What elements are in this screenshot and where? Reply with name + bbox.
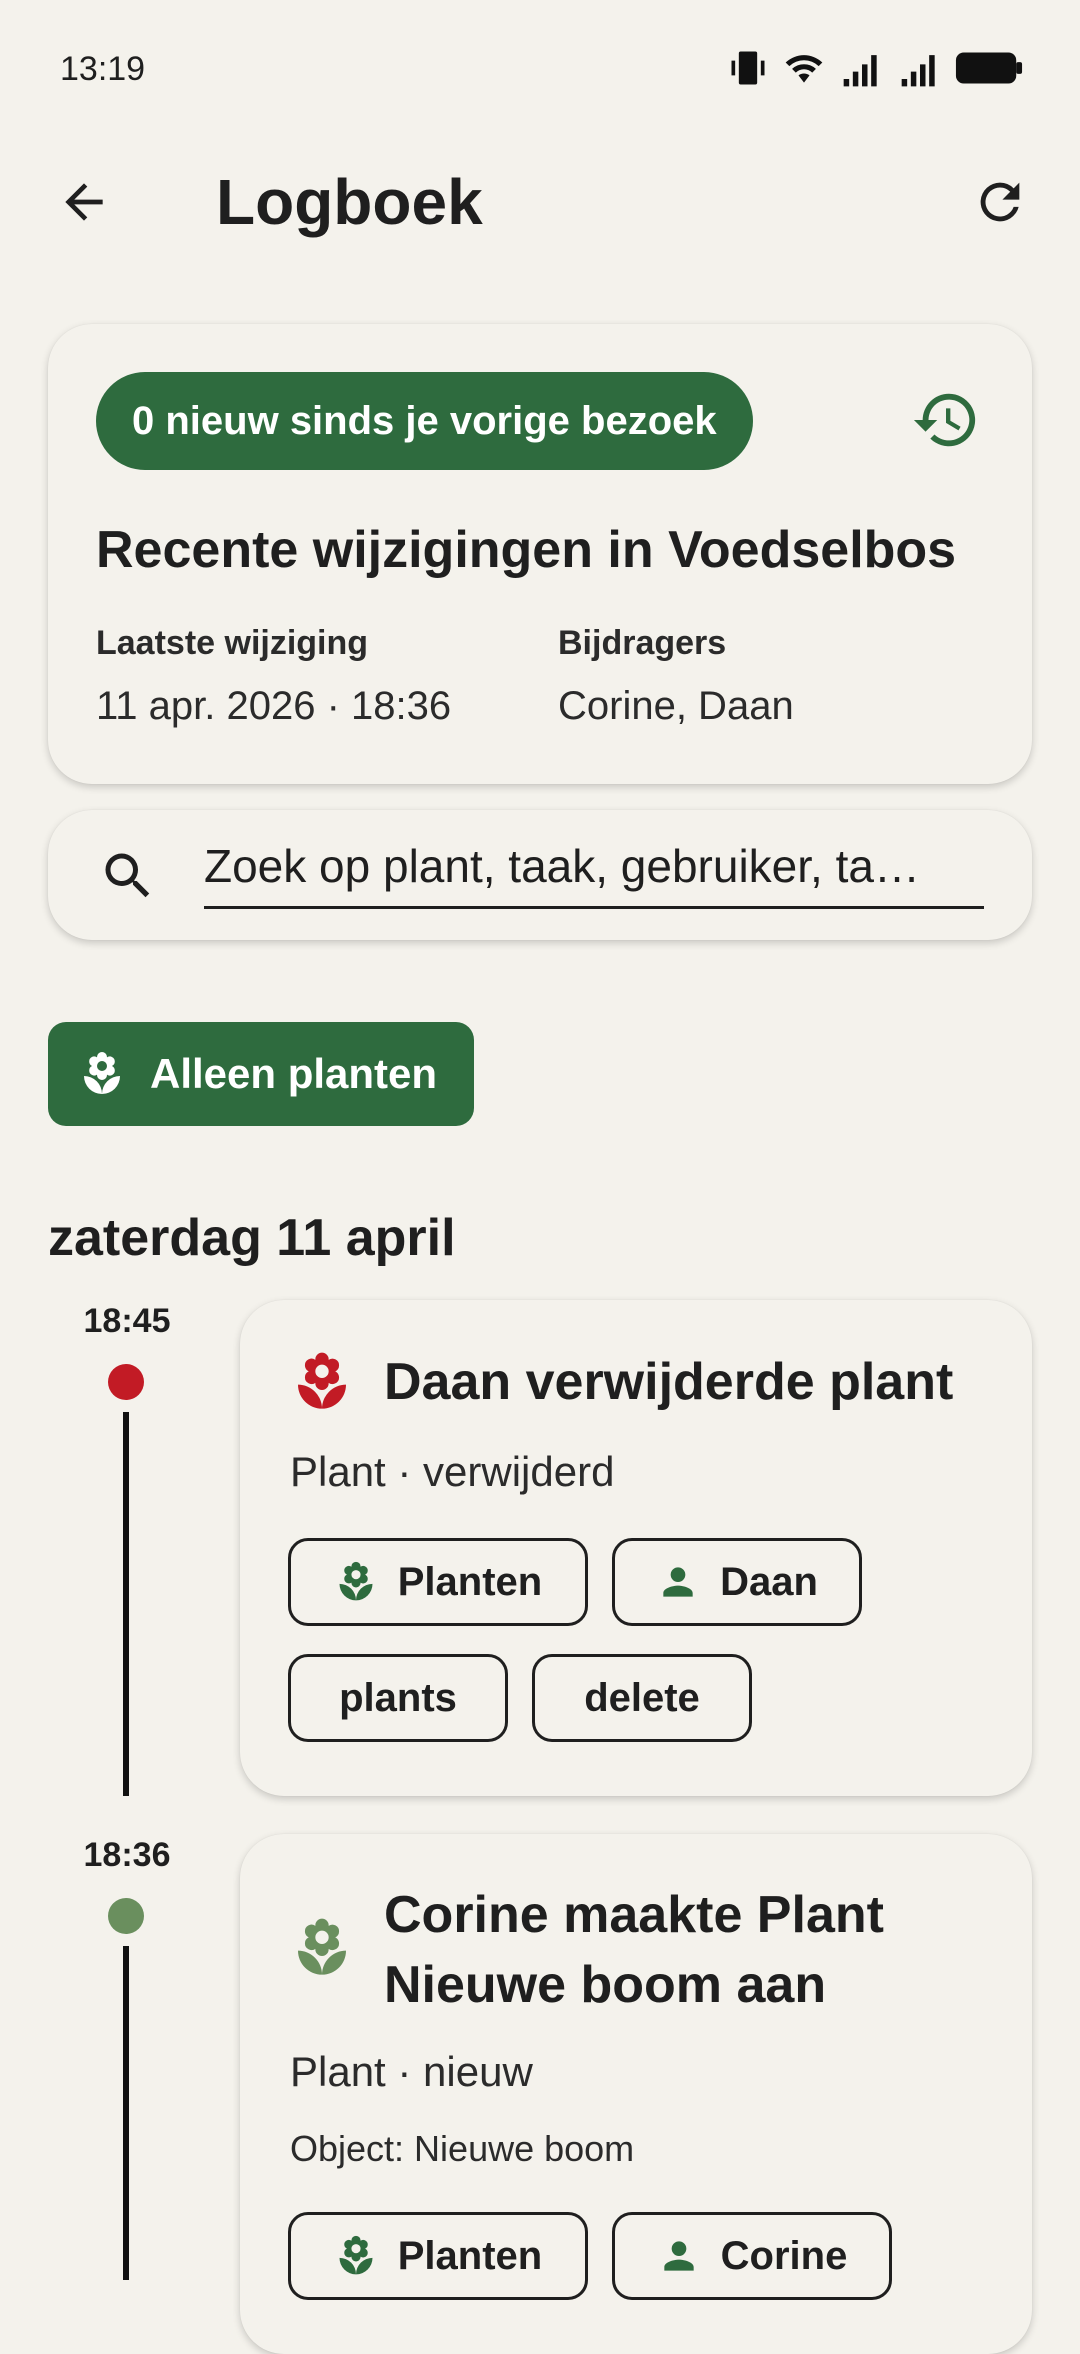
status-icons	[726, 46, 1024, 90]
chip-label: Corine	[720, 2233, 848, 2278]
filter-plants-only-chip[interactable]: Alleen planten	[48, 1022, 474, 1126]
search-input[interactable]	[204, 826, 984, 909]
status-time: 13:19	[60, 50, 146, 88]
person-icon	[656, 1560, 700, 1604]
flower-icon	[334, 1560, 378, 1604]
day-heading: zaterdag 11 april	[48, 1209, 456, 1267]
chip-label: plants	[339, 1675, 457, 1720]
entry-title: Daan verwijderde plant	[384, 1353, 954, 1411]
battery-icon	[955, 52, 1023, 84]
chip-label: Daan	[720, 1559, 818, 1604]
wifi-icon	[785, 55, 823, 83]
flower-icon	[334, 2234, 378, 2278]
timeline-dot-deleted	[108, 1364, 144, 1400]
refresh-button[interactable]	[964, 166, 1036, 238]
entry-time: 18:36	[83, 1836, 171, 1874]
summary-title: Recente wijzigingen in Voedselbos	[96, 521, 957, 579]
chip-tag-plants[interactable]: plants	[288, 1654, 508, 1742]
contributors-value: Corine, Daan	[558, 684, 794, 728]
chip-label: Planten	[397, 1559, 543, 1604]
last-change-value: 11 apr. 2026 · 18:36	[96, 684, 452, 728]
last-change-label: Laatste wijziging	[96, 624, 369, 662]
filter-label: Alleen planten	[150, 1050, 438, 1097]
refresh-icon	[980, 182, 1020, 222]
timeline-dot-new	[108, 1898, 144, 1934]
entry-subtitle: Plant · verwijderd	[290, 1448, 615, 1495]
entry-time: 18:45	[83, 1302, 171, 1340]
history-icon	[913, 393, 976, 447]
log-entry-card[interactable]: Daan verwijderde plant Plant · verwijder…	[240, 1300, 1032, 1796]
new-since-badge: 0 nieuw sinds je vorige bezoek	[96, 372, 753, 470]
timeline-line	[123, 1412, 129, 1796]
flower-icon	[290, 1350, 354, 1414]
flower-icon	[290, 1916, 354, 1980]
chip-category-planten[interactable]: Planten	[288, 1538, 588, 1626]
chip-user-daan[interactable]: Daan	[612, 1538, 862, 1626]
vibrate-icon	[731, 51, 765, 85]
entry-object: Object: Nieuwe boom	[290, 2128, 635, 2169]
signal-icon-2	[901, 55, 935, 87]
chip-label: delete	[584, 1675, 700, 1720]
chip-tag-delete[interactable]: delete	[532, 1654, 752, 1742]
arrow-left-icon	[65, 183, 103, 221]
entry-title-line-2: Nieuwe boom aan	[384, 1956, 827, 2014]
contributors-label: Bijdragers	[558, 624, 727, 662]
timeline-line	[123, 1946, 129, 2280]
chip-category-planten[interactable]: Planten	[288, 2212, 588, 2300]
flower-icon	[78, 1050, 126, 1098]
history-button[interactable]	[908, 382, 984, 458]
chip-user-corine[interactable]: Corine	[612, 2212, 892, 2300]
signal-icon-1	[843, 55, 877, 87]
search-card	[48, 810, 1032, 940]
entry-subtitle: Plant · nieuw	[290, 2048, 533, 2095]
person-icon	[657, 2234, 701, 2278]
page-title: Logboek	[216, 166, 483, 238]
log-entry-card[interactable]: Corine maakte Plant Nieuwe boom aan Plan…	[240, 1834, 1032, 2354]
summary-card: 0 nieuw sinds je vorige bezoek Recente w…	[48, 324, 1032, 784]
back-button[interactable]	[48, 166, 120, 238]
search-icon	[98, 846, 158, 906]
chip-label: Planten	[397, 2233, 543, 2278]
entry-title-line-1: Corine maakte Plant	[384, 1886, 884, 1944]
